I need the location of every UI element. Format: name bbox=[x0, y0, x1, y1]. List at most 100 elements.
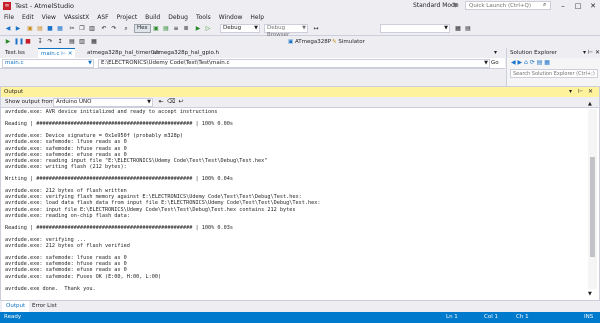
menu-debug[interactable]: Debug bbox=[168, 14, 188, 21]
atmel-studio-logo-icon: ∞ bbox=[3, 2, 11, 10]
step-into-icon[interactable]: ↧ bbox=[36, 38, 44, 46]
menu-build[interactable]: Build bbox=[145, 14, 160, 21]
minimize-icon[interactable]: – bbox=[556, 0, 570, 12]
chevron-down-icon: ▼ bbox=[88, 60, 92, 66]
solution-explorer-icon[interactable]: ▦ bbox=[454, 25, 462, 33]
back-icon[interactable]: ◀ bbox=[4, 25, 12, 33]
scroll-up-icon[interactable]: ▲ bbox=[588, 101, 592, 107]
memory-icon[interactable]: ▥ bbox=[78, 38, 86, 46]
output-source-select[interactable]: Arduino UNO ▼ bbox=[53, 98, 153, 107]
disassembly-icon[interactable]: ▤ bbox=[68, 38, 76, 46]
maximize-icon[interactable]: □ bbox=[571, 0, 585, 12]
save-icon[interactable]: ■ bbox=[46, 25, 54, 33]
tab-test-lss[interactable]: Test.lss bbox=[2, 48, 28, 58]
menu-help[interactable]: Help bbox=[250, 14, 264, 21]
start-without-debugging-icon[interactable]: ▷ bbox=[204, 25, 212, 33]
pin-icon[interactable]: ⊢ bbox=[578, 87, 583, 97]
output-title: Output bbox=[4, 89, 24, 95]
pin-icon[interactable]: ⊢ bbox=[61, 51, 66, 57]
quick-launch-input[interactable]: Quick Launch (Ctrl+Q) bbox=[465, 1, 551, 10]
chevron-down-icon: ▼ bbox=[302, 25, 306, 31]
build-icon[interactable]: ▣ bbox=[152, 25, 160, 33]
panel-options-icon[interactable]: ▾ ⊢ ✕ bbox=[583, 49, 600, 56]
pause-icon[interactable]: ❚❚ bbox=[14, 38, 24, 46]
bottom-tool-tabs: Output Error List bbox=[0, 301, 600, 312]
stop-icon[interactable]: ■ bbox=[24, 38, 32, 46]
close-icon[interactable]: ✕ bbox=[588, 87, 593, 97]
tab-main-c[interactable]: main.c ⊢ ✕ bbox=[38, 48, 76, 58]
open-folder-icon[interactable]: ▤ bbox=[36, 25, 44, 33]
step-icon[interactable]: ↦ bbox=[312, 25, 320, 33]
status-text: Ready bbox=[4, 314, 22, 320]
go-button[interactable]: Go bbox=[491, 59, 499, 67]
device-button[interactable]: ▣ ATmega328P bbox=[288, 38, 331, 46]
standard-mode-label[interactable]: Standard Mode bbox=[413, 2, 459, 9]
menu-vassistx[interactable]: VAssistX bbox=[64, 14, 89, 21]
paste-icon[interactable]: ▥ bbox=[88, 25, 96, 33]
column-indicator: Col 1 bbox=[484, 314, 498, 320]
menu-window[interactable]: Window bbox=[219, 14, 243, 21]
show-output-from-label: Show output from: bbox=[5, 99, 57, 105]
menu-project[interactable]: Project bbox=[117, 14, 138, 21]
navigation-bar: main.c ▼ E:\ELECTRONICS\Udemy Code\Test\T… bbox=[0, 58, 505, 69]
vertical-scrollbar[interactable] bbox=[588, 109, 597, 289]
menu-tools[interactable]: Tools bbox=[196, 14, 211, 21]
window-title: Test - AtmelStudio bbox=[15, 2, 74, 10]
scrollbar-thumb[interactable] bbox=[590, 157, 595, 257]
copy-icon[interactable]: ❐ bbox=[78, 25, 86, 33]
find-icon[interactable]: ⌕ bbox=[122, 25, 130, 33]
configuration-select[interactable]: Debug ▼ bbox=[220, 24, 260, 33]
word-wrap-icon[interactable]: ↩ bbox=[177, 98, 185, 106]
rebuild-icon[interactable]: ▤ bbox=[162, 25, 170, 33]
tool-button[interactable]: ✎ Simulator bbox=[332, 38, 365, 46]
menu-edit[interactable]: Edit bbox=[22, 14, 34, 21]
output-panel: Output ▾ ⊢ ✕ Show output from: Arduino U… bbox=[0, 86, 600, 301]
line-indicator: Ln 1 bbox=[446, 314, 458, 320]
undo-icon[interactable]: ↶ bbox=[100, 25, 108, 33]
step-out-icon[interactable]: ↥ bbox=[56, 38, 64, 46]
debug-toolbar: ▶ ❚❚ ■ ↧ ↷ ↥ ▤ ▥ ▦ ▣ ATmega328P ✎ Simula… bbox=[0, 36, 505, 48]
target-select[interactable]: ▼ bbox=[380, 24, 450, 33]
hex-toggle-button[interactable]: Hex bbox=[134, 24, 151, 33]
menu-file[interactable]: File bbox=[4, 14, 14, 21]
forward-icon[interactable]: ▶ bbox=[14, 25, 22, 33]
filter-icon[interactable]: ▼ bbox=[453, 2, 458, 9]
close-icon[interactable]: ✕ bbox=[586, 0, 600, 12]
new-project-icon[interactable]: ▣ bbox=[26, 25, 34, 33]
status-bar: Ready Ln 1 Col 1 Ch 1 INS bbox=[0, 312, 600, 323]
menu-asf[interactable]: ASF bbox=[97, 14, 108, 21]
tab-hal-gpio[interactable]: atmega328p_hal_gpio.h bbox=[150, 48, 222, 58]
clear-all-icon[interactable]: ⌫ bbox=[167, 98, 175, 106]
io-view-icon[interactable]: ▦ bbox=[90, 38, 98, 46]
save-all-icon[interactable]: ▦ bbox=[56, 25, 64, 33]
file-select[interactable]: main.c ▼ bbox=[2, 59, 94, 68]
menu-view[interactable]: View bbox=[42, 14, 56, 21]
start-debugging-icon[interactable]: ▶ bbox=[194, 25, 202, 33]
find-message-icon[interactable]: ⇤ bbox=[157, 98, 165, 106]
cut-icon[interactable]: ✂ bbox=[68, 25, 76, 33]
document-tabs: Test.lss main.c ⊢ ✕ atmega328p_hal_timer… bbox=[0, 48, 505, 58]
redo-icon[interactable]: ↷ bbox=[110, 25, 118, 33]
scroll-down-icon[interactable]: ▼ bbox=[588, 291, 592, 297]
menu-bar: File Edit View VAssistX ASF Project Buil… bbox=[0, 12, 600, 22]
tool-icon: ✎ bbox=[332, 39, 337, 45]
comment-icon[interactable]: ≡ bbox=[172, 25, 180, 33]
close-icon[interactable]: ✕ bbox=[68, 51, 73, 57]
solution-search-input[interactable]: Search Solution Explorer (Ctrl+;) bbox=[510, 69, 598, 78]
uncomment-icon[interactable]: ≣ bbox=[182, 25, 190, 33]
step-over-icon[interactable]: ↷ bbox=[46, 38, 54, 46]
continue-icon[interactable]: ▶ bbox=[4, 38, 12, 46]
file-path-select[interactable]: E:\ELECTRONICS\Udemy Code\Test\Test\main… bbox=[98, 59, 490, 68]
tab-output[interactable]: Output bbox=[2, 301, 30, 312]
solution-toolbar-icons[interactable]: ◀ ▶ ⌂ ⟳ ▤ ▦ bbox=[511, 59, 550, 66]
output-text[interactable]: avrdude.exe: AVR device initialized and … bbox=[5, 109, 585, 299]
tab-error-list[interactable]: Error List bbox=[28, 301, 61, 312]
debug-browser-select[interactable]: Debug Browser ▼ bbox=[264, 24, 308, 38]
chevron-down-icon: ▼ bbox=[147, 99, 151, 105]
tab-overflow-icon[interactable]: ▾ bbox=[494, 49, 497, 56]
panel-dropdown-icon[interactable]: ▾ bbox=[569, 87, 572, 97]
output-header: Output ▾ ⊢ ✕ bbox=[1, 87, 599, 97]
properties-icon[interactable]: ▤ bbox=[464, 25, 472, 33]
title-bar: ∞ Test - AtmelStudio Standard Mode ▼ Qui… bbox=[0, 0, 600, 12]
output-line: avrdude.exe done. Thank you. bbox=[5, 285, 96, 292]
